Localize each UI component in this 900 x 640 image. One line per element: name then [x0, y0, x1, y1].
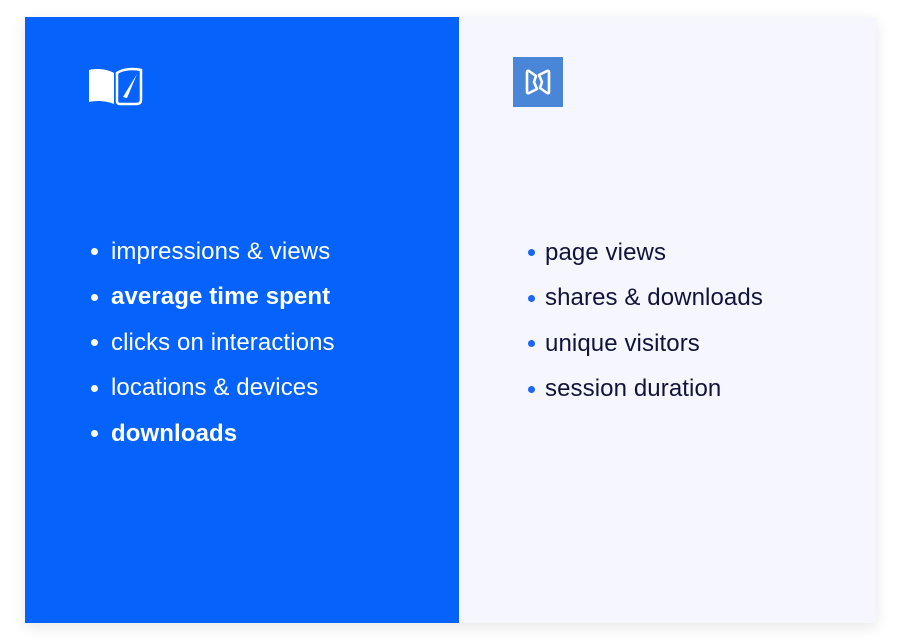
- item-label: page views: [545, 238, 667, 266]
- list-item: clicks on interactions: [91, 320, 335, 366]
- right-feature-list: page views shares & downloads unique vis…: [528, 230, 763, 412]
- open-book-icon: [87, 66, 143, 108]
- item-label: locations & devices: [111, 374, 319, 402]
- item-label: shares & downloads: [545, 284, 763, 312]
- list-item: locations & devices: [91, 366, 335, 412]
- item-label: clicks on interactions: [111, 328, 335, 356]
- item-label: impressions & views: [111, 237, 331, 265]
- list-item: average time spent: [91, 275, 335, 321]
- list-item: page views: [528, 230, 763, 276]
- bullet-icon: [91, 384, 98, 392]
- bullet-icon: [91, 339, 98, 347]
- bullet-icon: [91, 248, 98, 256]
- bullet-icon: [528, 385, 535, 393]
- bullet-icon: [528, 249, 535, 257]
- left-feature-list: impressions & views average time spent c…: [91, 229, 335, 457]
- bullet-icon: [528, 294, 535, 302]
- list-item: impressions & views: [91, 229, 335, 275]
- list-item: unique visitors: [528, 321, 763, 367]
- bowtie-logo-icon: [513, 57, 563, 107]
- right-panel: page views shares & downloads unique vis…: [459, 17, 876, 623]
- list-item: shares & downloads: [528, 276, 763, 322]
- item-label: unique visitors: [545, 329, 700, 357]
- bullet-icon: [528, 340, 535, 348]
- comparison-card: impressions & views average time spent c…: [25, 17, 876, 623]
- list-item: downloads: [91, 411, 335, 457]
- bullet-icon: [91, 293, 98, 301]
- item-label: average time spent: [111, 283, 331, 311]
- item-label: downloads: [111, 419, 238, 447]
- item-label: session duration: [545, 375, 722, 403]
- list-item: session duration: [528, 367, 763, 413]
- bullet-icon: [91, 430, 98, 438]
- left-panel: impressions & views average time spent c…: [25, 17, 459, 623]
